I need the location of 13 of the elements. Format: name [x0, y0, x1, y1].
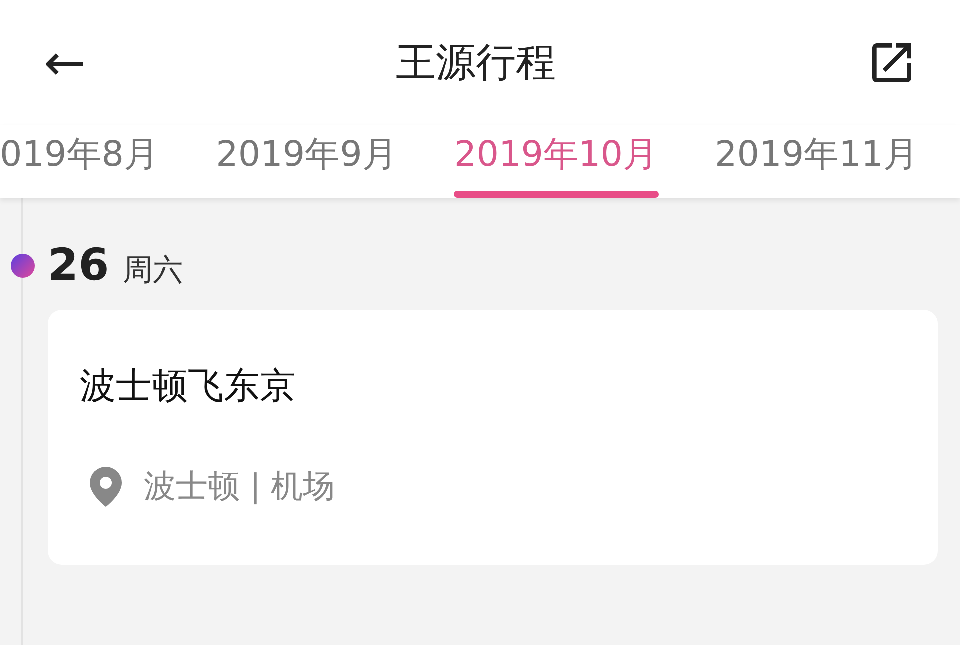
month-tab[interactable]: 019年8月 — [0, 125, 160, 198]
back-button[interactable]: ← — [44, 38, 86, 88]
month-tab[interactable]: 2019年9月 — [216, 125, 398, 198]
month-tab[interactable]: 2019年10月 — [454, 125, 658, 198]
weekday-label: 周六 — [123, 252, 184, 290]
event-title: 波士顿飞东京 — [80, 365, 296, 409]
event-card[interactable]: 波士顿飞东京 波士顿 | 机场 — [48, 310, 938, 565]
month-tab[interactable]: 2019年11月 — [715, 125, 919, 198]
day-number: 26 — [48, 240, 110, 291]
page-title: 王源行程 — [396, 39, 556, 88]
location-pin-icon — [90, 467, 122, 507]
timeline-dot — [11, 254, 35, 278]
event-location: 波士顿 | 机场 — [144, 466, 336, 507]
